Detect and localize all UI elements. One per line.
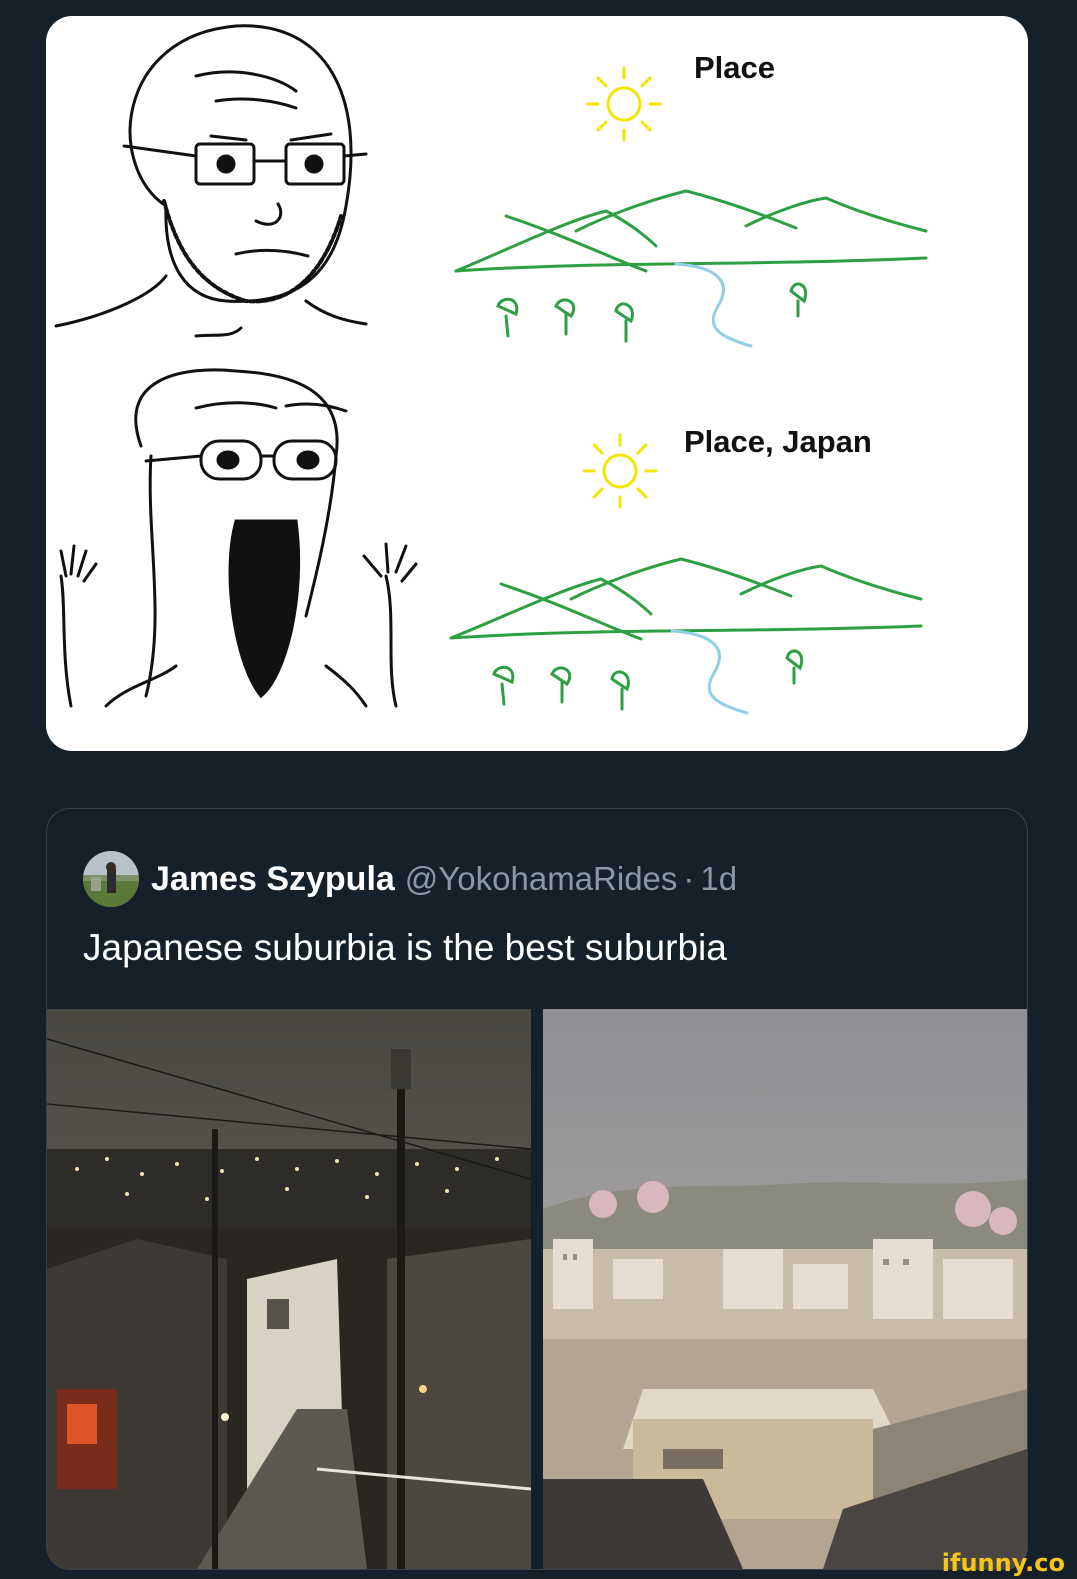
landscape-place-drawing (454, 66, 928, 348)
quoted-tweet-card[interactable]: James Szypula @YokohamaRides · 1d Japane… (46, 808, 1028, 1570)
wojak-excited-drawing (59, 368, 418, 708)
tweet-text: Japanese suburbia is the best suburbia (83, 927, 727, 968)
tweet-photo-night[interactable] (47, 1009, 531, 1569)
author-name[interactable]: James Szypula (151, 860, 395, 899)
author-handle[interactable]: @YokohamaRides (405, 860, 678, 898)
tweet-photo-day[interactable] (543, 1009, 1027, 1569)
meme-drawing (54, 24, 928, 715)
ifunny-watermark: ifunny.co (941, 1549, 1065, 1577)
tweet-header: James Szypula @YokohamaRides · 1d (83, 849, 737, 909)
separator-dot: · (683, 860, 695, 897)
day-suburb-photo (543, 1009, 1027, 1569)
night-suburb-photo (47, 1009, 531, 1569)
meme-image[interactable]: Place Place, Japan (46, 16, 1028, 751)
wojak-serious-drawing (54, 24, 368, 338)
author-avatar[interactable] (83, 851, 139, 907)
meme-label-place-japan: Place, Japan (684, 424, 872, 459)
tweet-timestamp[interactable]: 1d (700, 860, 737, 898)
meme-label-place: Place (694, 50, 776, 85)
avatar-image (83, 851, 139, 907)
tweet-photos (47, 1009, 1027, 1569)
landscape-place-japan-drawing (449, 433, 923, 715)
